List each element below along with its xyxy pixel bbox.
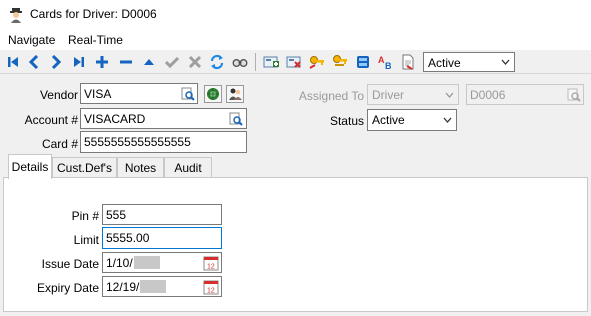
next-icon <box>51 55 62 69</box>
delete-icon <box>120 60 132 64</box>
vendor-value: VISA <box>84 87 112 101</box>
remove-card-button[interactable] <box>285 53 303 71</box>
previous-icon <box>28 55 39 69</box>
vendor-contacts-button[interactable] <box>226 85 244 103</box>
assign-key-button[interactable] <box>308 53 326 71</box>
export-icon <box>402 54 414 70</box>
assigned-to-value: Driver <box>372 88 404 102</box>
card-label: Card # <box>41 137 78 151</box>
first-record-button[interactable] <box>4 53 22 71</box>
driver-icon <box>8 7 24 23</box>
card-stack-icon <box>357 56 369 68</box>
account-lookup-button[interactable] <box>228 111 244 127</box>
svg-text:12: 12 <box>207 264 215 271</box>
lookup-icon <box>181 87 195 101</box>
assigned-to-label: Assigned To <box>298 89 364 103</box>
cancel-edit-button[interactable] <box>186 53 204 71</box>
vendor-lookup-button[interactable] <box>180 86 196 102</box>
menu-real-time[interactable]: Real-Time <box>68 33 123 47</box>
assigned-id-lookup-button[interactable] <box>566 87 582 103</box>
assigned-id-value: D0006 <box>470 88 506 102</box>
chevron-down-icon <box>497 53 514 71</box>
keys-button[interactable] <box>331 53 349 71</box>
people-icon <box>229 88 242 100</box>
confirm-icon <box>165 56 179 69</box>
account-field[interactable]: VISACARD <box>80 108 247 129</box>
globe-icon <box>207 88 219 100</box>
alpha-sort-button[interactable]: AB <box>377 53 395 71</box>
tab-notes[interactable]: Notes <box>117 157 164 177</box>
card-number-value: 5555555555555555 <box>84 135 191 149</box>
menu-navigate[interactable]: Navigate <box>8 33 55 47</box>
account-label: Account # <box>24 113 78 127</box>
vendor-label: Vendor <box>39 88 78 102</box>
status-filter-select[interactable]: Active <box>423 52 515 72</box>
issue-date-text: 1/10/ <box>106 256 133 270</box>
chevron-down-icon <box>439 110 456 130</box>
keys-icon <box>333 55 347 66</box>
window-title: Cards for Driver: D0006 <box>30 7 157 21</box>
chevron-down-icon <box>441 85 458 104</box>
account-value: VISACARD <box>84 112 146 126</box>
vendor-browse-button[interactable] <box>204 85 222 103</box>
key-icon <box>309 56 324 69</box>
pin-value: 555 <box>106 208 127 222</box>
card-number-field[interactable]: 5555555555555555 <box>80 131 247 153</box>
issue-date-value: 1/10/ <box>106 256 160 270</box>
new-card-button[interactable] <box>262 53 280 71</box>
calendar-icon: 12 <box>203 280 219 295</box>
last-record-button[interactable] <box>70 53 88 71</box>
limit-field[interactable]: 5555.00 <box>102 227 222 249</box>
issue-date-picker-button[interactable]: 12 <box>203 255 219 271</box>
remove-card-icon <box>286 56 301 68</box>
refresh-icon <box>210 54 224 70</box>
limit-label: Limit <box>73 233 99 247</box>
last-icon <box>74 57 84 67</box>
redacted-year <box>133 256 160 269</box>
svg-text:A: A <box>378 55 385 65</box>
next-record-button[interactable] <box>47 53 65 71</box>
add-record-button[interactable] <box>93 53 111 71</box>
tab-audit[interactable]: Audit <box>164 157 212 177</box>
alpha-sort-icon: AB <box>378 55 392 70</box>
status-select[interactable]: Active <box>367 109 457 131</box>
edit-record-button[interactable] <box>140 53 158 71</box>
toolbar-separator <box>255 53 256 71</box>
redacted-year <box>140 280 167 293</box>
find-button[interactable] <box>231 53 249 71</box>
post-button[interactable] <box>163 53 181 71</box>
card-stack-button[interactable] <box>354 53 372 71</box>
svg-text:B: B <box>385 61 392 70</box>
status-filter-value: Active <box>428 56 461 70</box>
pin-field[interactable]: 555 <box>102 204 222 225</box>
export-button[interactable] <box>399 53 417 71</box>
up-icon <box>144 59 154 65</box>
calendar-icon: 12 <box>203 256 219 271</box>
search-icon <box>232 58 248 67</box>
tab-cust-defs[interactable]: Cust.Def's <box>52 157 117 177</box>
svg-text:12: 12 <box>207 288 215 295</box>
lookup-icon <box>229 112 243 126</box>
status-value: Active <box>372 113 405 127</box>
status-label: Status <box>329 114 364 128</box>
cancel-icon <box>188 55 202 69</box>
assigned-to-select[interactable]: Driver <box>367 84 459 105</box>
expiry-date-label: Expiry Date <box>36 281 99 295</box>
expiry-date-value: 12/19/ <box>106 280 167 294</box>
limit-value: 5555.00 <box>106 231 150 245</box>
expiry-date-picker-button[interactable]: 12 <box>203 279 219 295</box>
lookup-icon <box>567 88 581 102</box>
new-card-icon <box>263 56 279 68</box>
refresh-button[interactable] <box>208 53 226 71</box>
tab-details[interactable]: Details <box>8 154 52 179</box>
first-icon <box>8 57 18 67</box>
delete-record-button[interactable] <box>117 53 135 71</box>
previous-record-button[interactable] <box>25 53 43 71</box>
expiry-date-text: 12/19/ <box>106 280 140 294</box>
add-icon <box>96 56 108 68</box>
issue-date-label: Issue Date <box>41 257 99 271</box>
pin-label: Pin # <box>71 209 99 223</box>
